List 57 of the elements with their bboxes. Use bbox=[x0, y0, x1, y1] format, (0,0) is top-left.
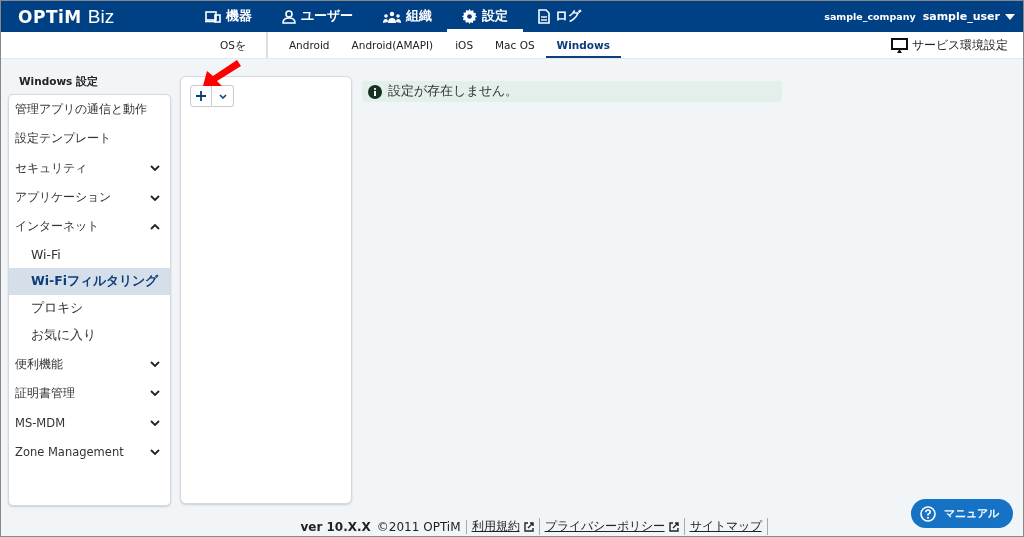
chevron-down-icon bbox=[218, 93, 227, 99]
sidebar-subitem[interactable]: プロキシ bbox=[9, 295, 170, 323]
copyright-text: ©2011 OPTiM bbox=[376, 519, 467, 534]
chevron-down-icon bbox=[150, 194, 160, 201]
sidebar-subitem[interactable]: Wi-Fi bbox=[9, 241, 170, 269]
monitor-icon bbox=[891, 37, 908, 53]
dropdown-button[interactable] bbox=[212, 85, 234, 107]
sidebar-item[interactable]: 便利機能 bbox=[9, 349, 170, 379]
sidebar-item[interactable]: セキュリティ bbox=[9, 153, 170, 183]
footer-link[interactable]: 利用規約 bbox=[471, 518, 520, 535]
os-tab[interactable]: Android bbox=[277, 32, 341, 58]
logo-text: OPTiM bbox=[18, 6, 82, 27]
chevron-down-icon bbox=[150, 361, 160, 368]
info-icon bbox=[368, 84, 382, 99]
sidebar-item[interactable]: 証明書管理 bbox=[9, 378, 170, 409]
annotation-arrow bbox=[202, 59, 242, 87]
nav-tab[interactable]: 組織 bbox=[368, 1, 447, 32]
sidebar-title: Windows 設定 bbox=[18, 74, 99, 89]
message-text: 設定が存在しません。 bbox=[388, 83, 518, 100]
version-text: ver 10.X.X bbox=[300, 519, 372, 534]
plus-icon bbox=[196, 91, 206, 101]
caret-icon bbox=[1005, 13, 1015, 20]
chevron-down-icon bbox=[150, 390, 160, 397]
user-icon bbox=[282, 9, 296, 24]
os-tab[interactable]: OSを bbox=[209, 32, 268, 58]
sidebar-item[interactable]: MS-MDM bbox=[9, 408, 170, 438]
sidebar-item[interactable]: Zone Management bbox=[9, 437, 170, 467]
sidebar-item[interactable]: 管理アプリの通信と動作 bbox=[9, 95, 170, 125]
company-name: sample_company bbox=[824, 11, 916, 22]
document-icon bbox=[538, 9, 550, 24]
user-menu[interactable]: sample_user bbox=[922, 10, 1015, 23]
chevron-up-icon bbox=[150, 223, 160, 230]
sidebar-item[interactable]: インターネット bbox=[9, 212, 170, 242]
os-tab[interactable]: Windows bbox=[545, 32, 621, 58]
nav-tab[interactable]: ログ bbox=[523, 1, 596, 32]
chevron-down-icon bbox=[150, 419, 160, 426]
nav-tab[interactable]: ユーザー bbox=[267, 1, 368, 32]
chevron-down-icon bbox=[150, 165, 160, 172]
manual-button[interactable]: マニュアル bbox=[911, 499, 1013, 528]
os-tab[interactable]: iOS bbox=[444, 32, 485, 58]
nav-tab[interactable]: 機器 bbox=[190, 1, 267, 32]
group-icon bbox=[383, 10, 401, 23]
footer-link[interactable]: プライバシーポリシー bbox=[544, 518, 665, 535]
sidebar-subitem[interactable]: Wi-Fiフィルタリング bbox=[9, 268, 170, 296]
devices-icon bbox=[205, 10, 221, 23]
footer-link[interactable]: サイトマップ bbox=[689, 518, 762, 535]
logo-suffix: Biz bbox=[87, 5, 115, 28]
add-button[interactable] bbox=[190, 85, 212, 107]
settings-icon bbox=[462, 9, 477, 24]
help-icon bbox=[920, 505, 936, 522]
chevron-down-icon bbox=[150, 449, 160, 455]
service-settings-link[interactable]: サービス環境設定 bbox=[891, 37, 1008, 53]
os-tab[interactable]: Mac OS bbox=[484, 32, 546, 58]
sidebar-subitem[interactable]: お気に入り bbox=[9, 322, 170, 350]
os-tab[interactable]: Android(AMAPI) bbox=[340, 32, 445, 58]
sidebar-item[interactable]: 設定テンプレート bbox=[9, 124, 170, 154]
sidebar-item[interactable]: アプリケーション bbox=[9, 182, 170, 213]
